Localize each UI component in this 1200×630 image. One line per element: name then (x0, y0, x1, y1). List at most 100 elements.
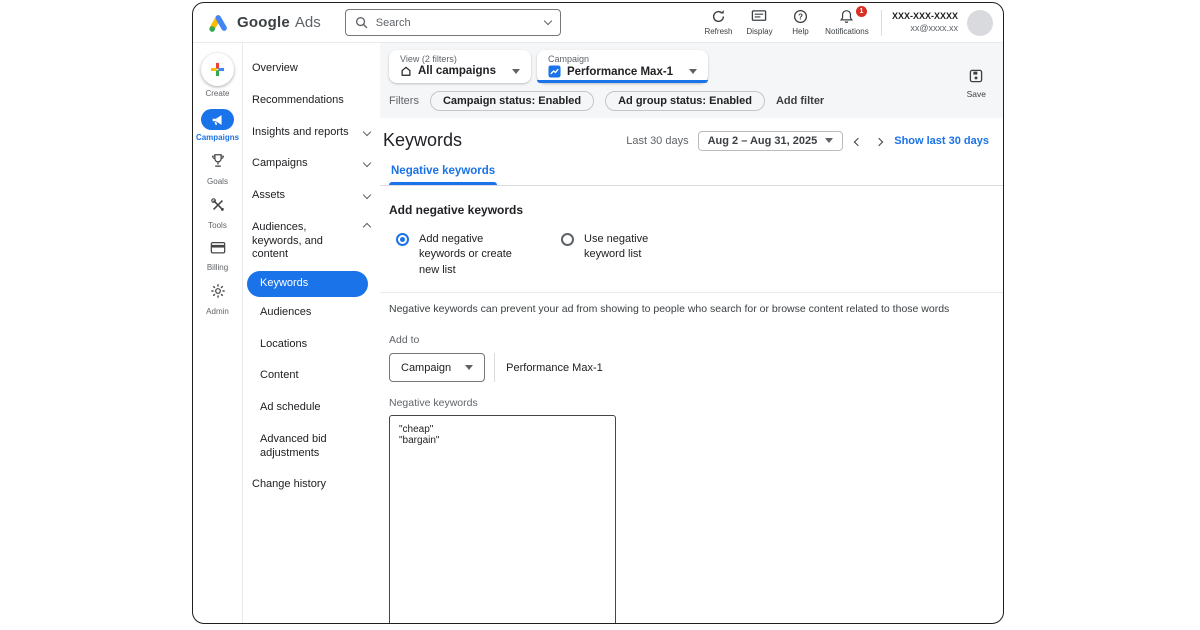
negative-keywords-textarea[interactable]: "cheap" "bargain" (389, 415, 616, 624)
radio-use-label: Use negative keyword list (584, 232, 688, 278)
rail-item-goals[interactable]: Goals (193, 153, 242, 186)
home-icon (400, 65, 412, 77)
svg-text:?: ? (798, 12, 803, 21)
nav-label: Overview (252, 62, 298, 76)
negative-keywords-hint: Negative keywords can prevent your ad fr… (389, 303, 1003, 315)
scope-level-select[interactable]: Campaign (389, 353, 485, 382)
scope-level-value: Campaign (401, 362, 451, 374)
create-plus-icon (210, 62, 225, 77)
nav-label: Recommendations (252, 94, 344, 108)
rail-item-billing[interactable]: Billing (193, 241, 242, 272)
campaigns-pill[interactable] (201, 109, 234, 130)
rail-label-campaigns: Campaigns (193, 133, 242, 142)
notifications-label: Notifications (821, 27, 873, 36)
radio-selected-icon[interactable] (396, 233, 409, 246)
create-button[interactable] (201, 53, 234, 86)
display-icon (751, 9, 767, 24)
dropdown-caret-icon (512, 69, 520, 74)
nav-item-locations[interactable]: Locations (243, 329, 380, 361)
nav-item-advanced-bid-adjustments[interactable]: Advanced bid adjustments (243, 424, 380, 470)
scope-target-name: Performance Max-1 (506, 362, 603, 374)
account-id: XXX-XXX-XXXX (892, 11, 958, 23)
nav-item-content[interactable]: Content (243, 360, 380, 392)
nav-item-insights-and-reports[interactable]: Insights and reports (243, 117, 380, 149)
nav-item-keywords-active[interactable]: Keywords (247, 271, 368, 297)
display-button[interactable]: Display (739, 9, 780, 36)
radio-unselected-icon[interactable] (561, 233, 574, 246)
radio-add-negative-keywords[interactable]: Add negative keywords or create new list (396, 232, 531, 278)
chevron-down-icon (363, 159, 371, 167)
help-label: Help (780, 27, 821, 36)
nav-item-audiences-keywords-content[interactable]: Audiences, keywords, and content (243, 212, 380, 271)
nav-item-overview[interactable]: Overview (243, 53, 380, 85)
next-period-button[interactable] (873, 132, 885, 150)
section-divider (380, 292, 1003, 293)
rail-label-tools: Tools (193, 221, 242, 230)
campaign-selector-value: Performance Max-1 (567, 66, 673, 78)
content-area: View (2 filters) All campaigns Campaign (380, 43, 1003, 623)
performance-max-icon (548, 65, 561, 78)
save-label: Save (967, 89, 986, 99)
google-ads-logo[interactable]: Google Ads (207, 13, 321, 33)
search-input[interactable]: Search (345, 9, 561, 36)
filter-chip-campaign-status[interactable]: Campaign status: Enabled (430, 91, 594, 111)
goals-trophy-icon (210, 153, 226, 169)
view-selector[interactable]: View (2 filters) All campaigns (389, 50, 531, 83)
filter-chip-ad-group-status[interactable]: Ad group status: Enabled (605, 91, 765, 111)
search-placeholder: Search (376, 17, 537, 29)
nav-item-recommendations[interactable]: Recommendations (243, 85, 380, 117)
nav-item-assets[interactable]: Assets (243, 180, 380, 212)
notification-badge: 1 (856, 6, 867, 17)
date-range-selector[interactable]: Aug 2 – Aug 31, 2025 (698, 131, 844, 151)
logo-text-ads: Ads (295, 14, 321, 31)
google-ads-logo-icon (207, 13, 229, 33)
nav-item-ad-schedule[interactable]: Ad schedule (243, 392, 380, 424)
secondary-nav: Overview Recommendations Insights and re… (243, 43, 380, 623)
rail-item-campaigns[interactable]: Campaigns (193, 109, 242, 142)
nav-label: Keywords (260, 277, 308, 291)
save-button[interactable]: Save (967, 69, 986, 99)
avatar[interactable] (967, 10, 993, 36)
logo-text-google: Google (237, 14, 290, 31)
rail-item-tools[interactable]: Tools (193, 197, 242, 230)
rail-label-create: Create (193, 89, 242, 98)
tab-negative-keywords[interactable]: Negative keywords (389, 159, 497, 185)
add-filter-button[interactable]: Add filter (776, 95, 824, 107)
account-info[interactable]: XXX-XXX-XXXX xx@xxxx.xx (892, 11, 958, 34)
tab-bar: Negative keywords (380, 159, 1003, 186)
add-to-label: Add to (389, 334, 1003, 346)
nav-item-change-history[interactable]: Change history (243, 469, 380, 501)
view-selector-label: View (2 filters) (400, 54, 520, 64)
nav-item-campaigns[interactable]: Campaigns (243, 148, 380, 180)
dropdown-caret-icon (689, 69, 697, 74)
previous-period-button[interactable] (852, 132, 864, 150)
radio-use-negative-keyword-list[interactable]: Use negative keyword list (561, 232, 688, 278)
dropdown-caret-icon (825, 138, 833, 143)
topbar-actions: Refresh Display ? Help (698, 9, 993, 36)
chevron-down-icon (363, 191, 371, 199)
help-icon: ? (793, 9, 808, 24)
chevron-down-icon (543, 17, 551, 25)
nav-label: Audiences, keywords, and content (252, 221, 358, 262)
rail-label-goals: Goals (193, 177, 242, 186)
chevron-down-icon (363, 127, 371, 135)
help-button[interactable]: ? Help (780, 9, 821, 36)
page-header: Keywords Last 30 days Aug 2 – Aug 31, 20… (380, 118, 1003, 155)
nav-item-audiences[interactable]: Audiences (243, 297, 380, 329)
rail-item-create[interactable]: Create (193, 53, 242, 98)
page-title: Keywords (383, 130, 462, 151)
billing-card-icon (210, 241, 226, 255)
show-last-30-days-link[interactable]: Show last 30 days (894, 135, 989, 147)
account-separator (881, 10, 882, 36)
campaign-selector[interactable]: Campaign Performance Max-1 (537, 50, 708, 83)
rail-label-admin: Admin (193, 307, 242, 316)
negative-keywords-form: Add negative keywords Add negative keywo… (380, 186, 1003, 624)
nav-label: Advanced bid adjustments (260, 433, 370, 461)
filters-label: Filters (389, 95, 419, 107)
rail-item-admin[interactable]: Admin (193, 283, 242, 316)
scope-selectors: View (2 filters) All campaigns Campaign (389, 50, 987, 83)
refresh-button[interactable]: Refresh (698, 9, 739, 36)
account-email: xx@xxxx.xx (892, 23, 958, 35)
form-heading: Add negative keywords (389, 203, 1003, 217)
notifications-button[interactable]: 1 Notifications (821, 9, 873, 36)
